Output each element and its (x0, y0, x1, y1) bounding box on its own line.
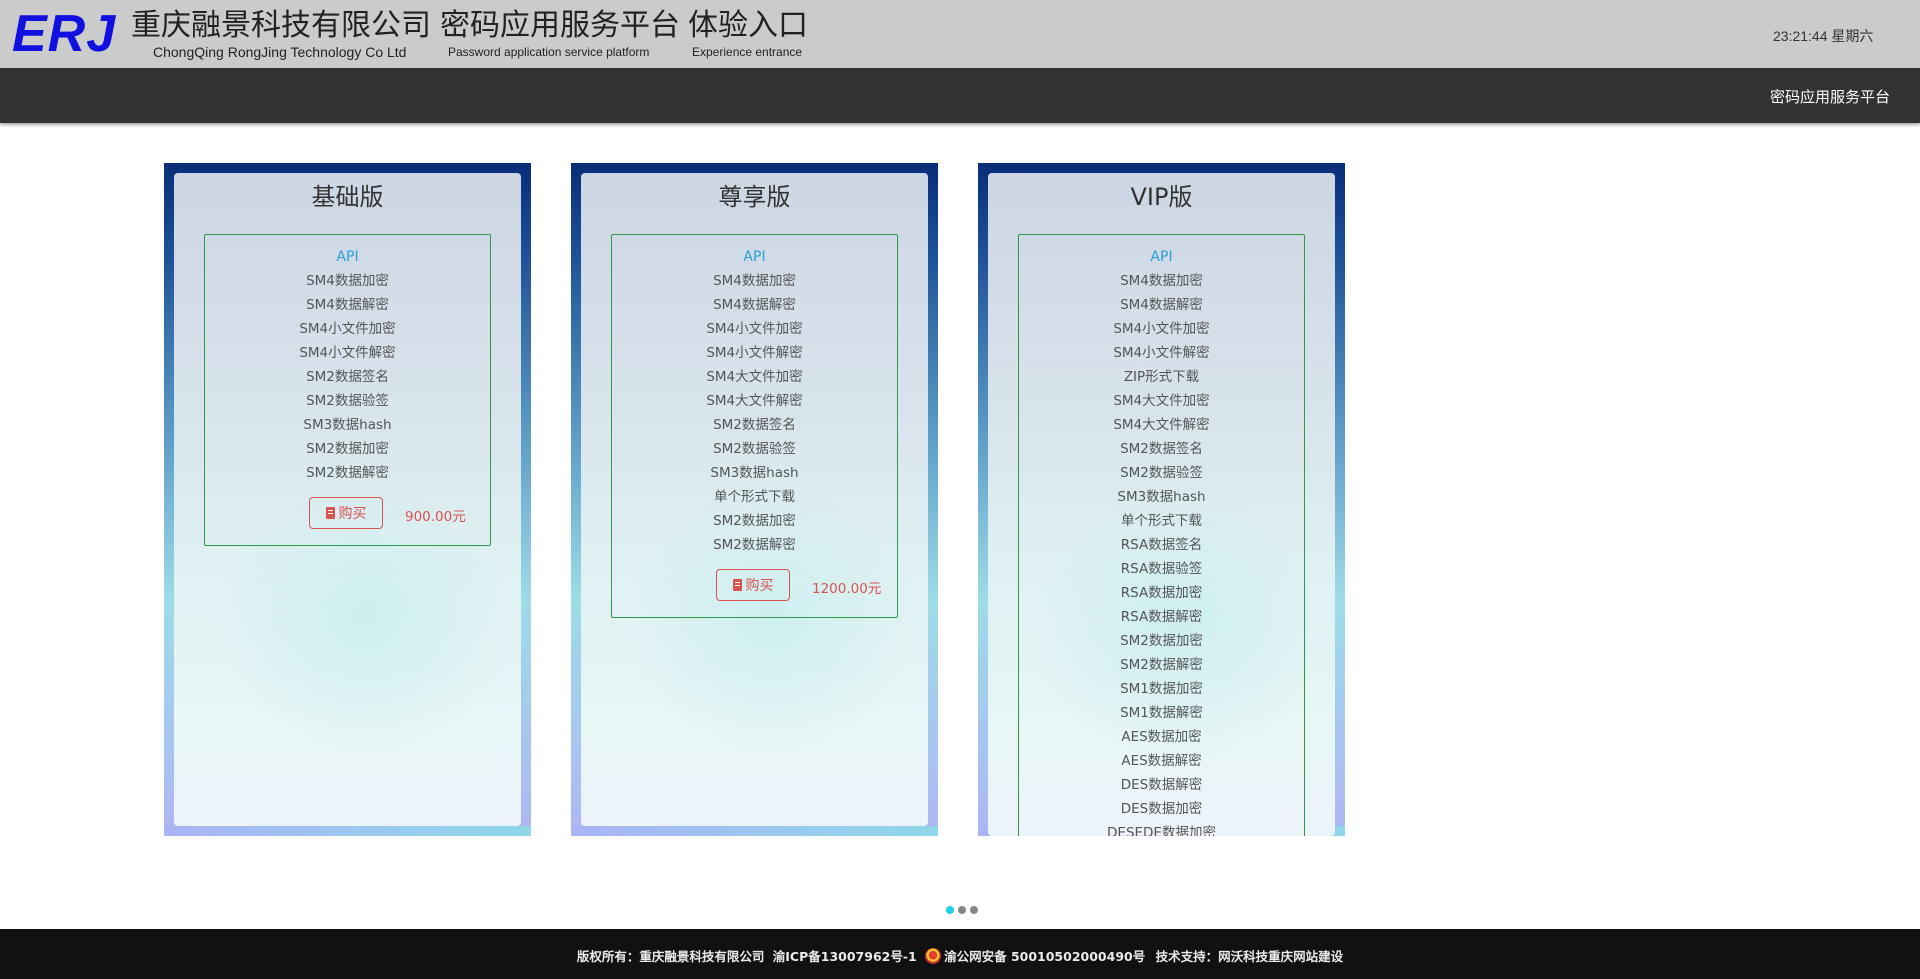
plan-price: 1200.00元 (812, 581, 882, 597)
api-item: RSA数据加密 (1120, 585, 1203, 601)
api-list-box: API SM4数据加密 SM4数据解密 SM4小文件加密 SM4小文件解密 SM… (204, 234, 491, 546)
platform-name-cn: 密码应用服务平台 (440, 8, 680, 43)
plan-price: 900.00元 (405, 509, 466, 525)
api-list-box: API SM4数据加密 SM4数据解密 SM4小文件加密 SM4小文件解密 ZI… (1018, 234, 1305, 836)
api-item: RSA数据签名 (1120, 537, 1203, 553)
footer-support[interactable]: 技术支持：网沃科技重庆网站建设 (1156, 949, 1344, 964)
api-item: SM4小文件加密 (299, 321, 396, 337)
buy-button[interactable]: 购买 (716, 569, 790, 601)
api-label: API (336, 249, 359, 265)
purchase-row: 购买 900.00元 (205, 485, 490, 545)
api-item: SM4数据加密 (306, 273, 389, 289)
plan-card-basic: 基础版 API SM4数据加密 SM4数据解密 SM4小文件加密 SM4小文件解… (164, 163, 531, 836)
api-item: SM2数据解密 (1120, 657, 1203, 673)
api-item: SM1数据加密 (1120, 681, 1203, 697)
entrance-name-cn: 体验入口 (688, 8, 808, 43)
api-item: RSA数据解密 (1120, 609, 1203, 625)
api-item: RSA数据验签 (1120, 561, 1203, 577)
api-item: SM3数据hash (303, 417, 392, 433)
api-item: SM4小文件解密 (706, 345, 803, 361)
plan-title: 尊享版 (718, 183, 791, 211)
carousel-dot-2[interactable] (958, 906, 966, 914)
plan-title: VIP版 (1130, 183, 1193, 211)
carousel-pagination (946, 906, 978, 914)
api-item: DESEDE数据加密 (1107, 825, 1216, 836)
api-item: SM2数据加密 (713, 513, 796, 529)
entrance-title: 体验入口 Experience entrance (688, 8, 808, 59)
api-item: SM2数据签名 (713, 417, 796, 433)
plan-card-panel: VIP版 API SM4数据加密 SM4数据解密 SM4小文件加密 SM4小文件… (988, 173, 1335, 836)
buy-button-label: 购买 (338, 506, 367, 522)
carousel-dot-1[interactable] (946, 906, 954, 914)
api-item: SM2数据验签 (1120, 465, 1203, 481)
buy-button[interactable]: 购买 (309, 497, 383, 529)
api-item: SM1数据解密 (1120, 705, 1203, 721)
clock-display: 23:21:44 星期六 (1773, 28, 1874, 44)
api-item: SM4小文件解密 (1113, 345, 1210, 361)
api-item: 单个形式下载 (714, 489, 795, 505)
book-icon (732, 579, 742, 591)
api-item: SM4数据解密 (1120, 297, 1203, 313)
api-item: SM4小文件解密 (299, 345, 396, 361)
nav-link-platform[interactable]: 密码应用服务平台 (1770, 86, 1890, 107)
api-item: SM2数据加密 (306, 441, 389, 457)
entrance-name-en: Experience entrance (692, 45, 803, 59)
footer-copyright: 版权所有：重庆融景科技有限公司 (576, 949, 765, 964)
api-item: SM4大文件加密 (1113, 393, 1210, 409)
plan-card-panel: 基础版 API SM4数据加密 SM4数据解密 SM4小文件加密 SM4小文件解… (174, 173, 521, 826)
site-header: ERJ 重庆融景科技有限公司 ChongQing RongJing Techno… (0, 0, 1920, 68)
api-item: SM2数据验签 (713, 441, 796, 457)
footer-police-record[interactable]: 渝公网安备 50010502000490号 (925, 948, 1147, 964)
api-label: API (1150, 249, 1173, 265)
api-item: AES数据加密 (1121, 729, 1202, 745)
nav-bar: 密码应用服务平台 (0, 68, 1920, 123)
api-item: SM4大文件解密 (706, 393, 803, 409)
erj-logo[interactable]: ERJ (12, 4, 116, 64)
police-badge-icon (925, 948, 942, 964)
api-item: SM4大文件加密 (706, 369, 803, 385)
api-item: SM4数据加密 (713, 273, 796, 289)
api-item: SM3数据hash (1117, 489, 1206, 505)
plan-card-premium: 尊享版 API SM4数据加密 SM4数据解密 SM4小文件加密 SM4小文件解… (571, 163, 938, 836)
api-item: DES数据加密 (1120, 801, 1203, 817)
plan-title: 基础版 (311, 183, 384, 211)
company-title: 重庆融景科技有限公司 ChongQing RongJing Technology… (131, 8, 431, 59)
api-item: SM4数据解密 (306, 297, 389, 313)
platform-name-en: Password application service platform (448, 45, 650, 59)
api-item: ZIP形式下载 (1123, 369, 1200, 385)
api-item: SM2数据解密 (713, 537, 796, 553)
api-item: SM4大文件解密 (1113, 417, 1210, 433)
company-name-cn: 重庆融景科技有限公司 (131, 8, 431, 43)
api-item: DES数据解密 (1120, 777, 1203, 793)
plan-card-panel: 尊享版 API SM4数据加密 SM4数据解密 SM4小文件加密 SM4小文件解… (581, 173, 928, 826)
api-label: API (743, 249, 766, 265)
api-item: SM4小文件加密 (1113, 321, 1210, 337)
footer-icp-link[interactable]: 渝ICP备13007962号-1 (773, 949, 917, 964)
api-item: SM4数据加密 (1120, 273, 1203, 289)
api-item: AES数据解密 (1121, 753, 1202, 769)
api-list-box: API SM4数据加密 SM4数据解密 SM4小文件加密 SM4小文件解密 SM… (611, 234, 898, 618)
company-name-en: ChongQing RongJing Technology Co Ltd (153, 44, 407, 60)
api-item: SM2数据签名 (1120, 441, 1203, 457)
footer-police-text: 渝公网安备 50010502000490号 (944, 949, 1146, 964)
buy-button-label: 购买 (745, 578, 774, 594)
purchase-row: 购买 1200.00元 (612, 557, 897, 617)
plan-card-vip: VIP版 API SM4数据加密 SM4数据解密 SM4小文件加密 SM4小文件… (978, 163, 1345, 836)
api-item: SM2数据加密 (1120, 633, 1203, 649)
api-item: SM4数据解密 (713, 297, 796, 313)
api-item: SM4小文件加密 (706, 321, 803, 337)
api-item: 单个形式下载 (1121, 513, 1202, 529)
footer-line: 版权所有：重庆融景科技有限公司 渝ICP备13007962号-1 渝公网安备 5… (0, 946, 1920, 965)
book-icon (325, 507, 335, 519)
site-footer: 版权所有：重庆融景科技有限公司 渝ICP备13007962号-1 渝公网安备 5… (0, 929, 1920, 979)
api-item: SM2数据签名 (306, 369, 389, 385)
carousel-dot-3[interactable] (970, 906, 978, 914)
api-item: SM2数据解密 (306, 465, 389, 481)
platform-title: 密码应用服务平台 Password application service pl… (440, 8, 680, 59)
api-item: SM3数据hash (710, 465, 799, 481)
api-item: SM2数据验签 (306, 393, 389, 409)
